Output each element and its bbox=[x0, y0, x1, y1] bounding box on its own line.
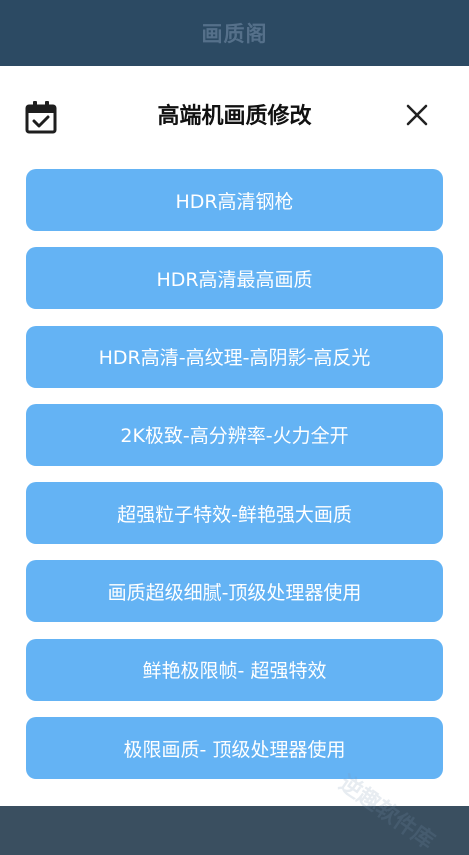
option-hdr-steel-gun-button[interactable]: HDR高清钢枪 bbox=[26, 169, 443, 231]
option-hdr-max-quality-button[interactable]: HDR高清最高画质 bbox=[26, 247, 443, 310]
close-icon bbox=[406, 104, 428, 130]
option-ultra-fine-button[interactable]: 画质超级细腻-顶级处理器使用 bbox=[26, 560, 443, 623]
option-2k-extreme-button[interactable]: 2K极致-高分辨率-火力全开 bbox=[26, 403, 443, 466]
app-header: 画质阁 bbox=[0, 0, 469, 66]
dialog-title: 高端机画质修改 bbox=[157, 104, 312, 129]
option-extreme-quality-button[interactable]: 极限画质- 顶级处理器使用 bbox=[26, 717, 443, 780]
quality-dialog: 高端机画质修改 HDR高清钢枪 HDR高清最高画质 HDR高清-高纹理-高阴影-… bbox=[0, 66, 469, 854]
dialog-header: 高端机画质修改 bbox=[0, 66, 469, 169]
option-list: HDR高清钢枪 HDR高清最高画质 HDR高清-高纹理-高阴影-高反光 2K极致… bbox=[26, 169, 443, 795]
app-title: 画质阁 bbox=[201, 22, 268, 46]
option-hdr-high-texture-button[interactable]: HDR高清-高纹理-高阴影-高反光 bbox=[26, 325, 443, 388]
option-particle-effects-button[interactable]: 超强粒子特效-鲜艳强大画质 bbox=[26, 482, 443, 545]
close-button[interactable] bbox=[400, 100, 434, 134]
option-extreme-fps-button[interactable]: 鲜艳极限帧- 超强特效 bbox=[26, 638, 443, 701]
